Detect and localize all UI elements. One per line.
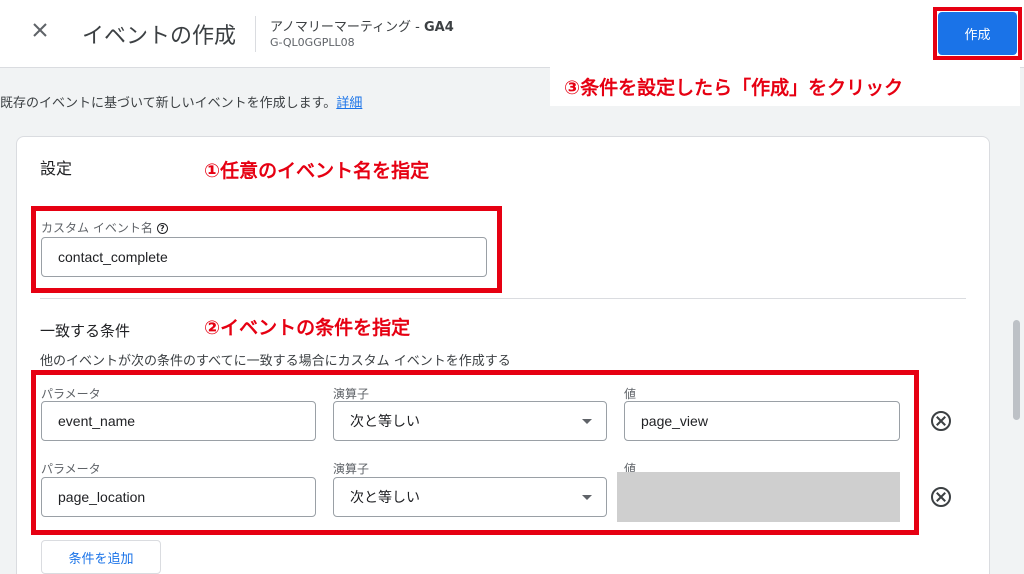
annotation-step2: ②イベントの条件を指定 [190, 310, 425, 346]
scrollbar-thumb[interactable] [1013, 320, 1020, 420]
custom-event-name-input[interactable]: contact_complete [41, 237, 487, 277]
app-header: イベントの作成 アノマリーマーティング - GA4 G-QL0GGPLL08 [0, 0, 1024, 68]
dropdown-arrow-icon [582, 495, 592, 500]
custom-event-label: カスタム イベント名? [41, 219, 168, 236]
operator-label: 演算子 [333, 387, 370, 401]
details-link[interactable]: 詳細 [336, 96, 362, 111]
page-title: イベントの作成 [82, 24, 237, 49]
property-name: アノマリーマーティング - GA4 [270, 20, 454, 35]
param-label: パラメータ [41, 462, 101, 476]
create-button[interactable]: 作成 [938, 12, 1017, 55]
help-icon[interactable]: ? [156, 223, 168, 234]
operator-select[interactable]: 次と等しい [333, 477, 607, 517]
conditions-title: 一致する条件 [40, 322, 131, 340]
page-description: 既存のイベントに基づいて新しいイベントを作成します。詳細 [0, 96, 363, 111]
operator-label: 演算子 [333, 462, 370, 476]
header-divider [255, 16, 256, 52]
close-icon[interactable] [30, 20, 50, 40]
value-label: 値 [624, 387, 637, 401]
dropdown-arrow-icon [582, 419, 592, 424]
remove-condition-icon[interactable] [931, 487, 951, 507]
section-divider [40, 298, 966, 299]
param-input[interactable]: event_name [41, 401, 316, 441]
param-label: パラメータ [41, 387, 101, 401]
param-input[interactable]: page_location [41, 477, 316, 517]
add-condition-button[interactable]: 条件を追加 [41, 540, 161, 574]
property-id: G-QL0GGPLL08 [270, 36, 355, 49]
annotation-step3: ③条件を設定したら「作成」をクリック [550, 66, 1020, 106]
conditions-subtitle: 他のイベントが次の条件のすべてに一致する場合にカスタム イベントを作成する [40, 354, 511, 369]
annotation-step1: ①任意のイベント名を指定 [190, 150, 444, 190]
operator-select[interactable]: 次と等しい [333, 401, 607, 441]
settings-title: 設定 [40, 159, 73, 178]
value-input-redacted[interactable] [617, 472, 900, 522]
value-input[interactable]: page_view [624, 401, 900, 441]
remove-condition-icon[interactable] [931, 411, 951, 431]
